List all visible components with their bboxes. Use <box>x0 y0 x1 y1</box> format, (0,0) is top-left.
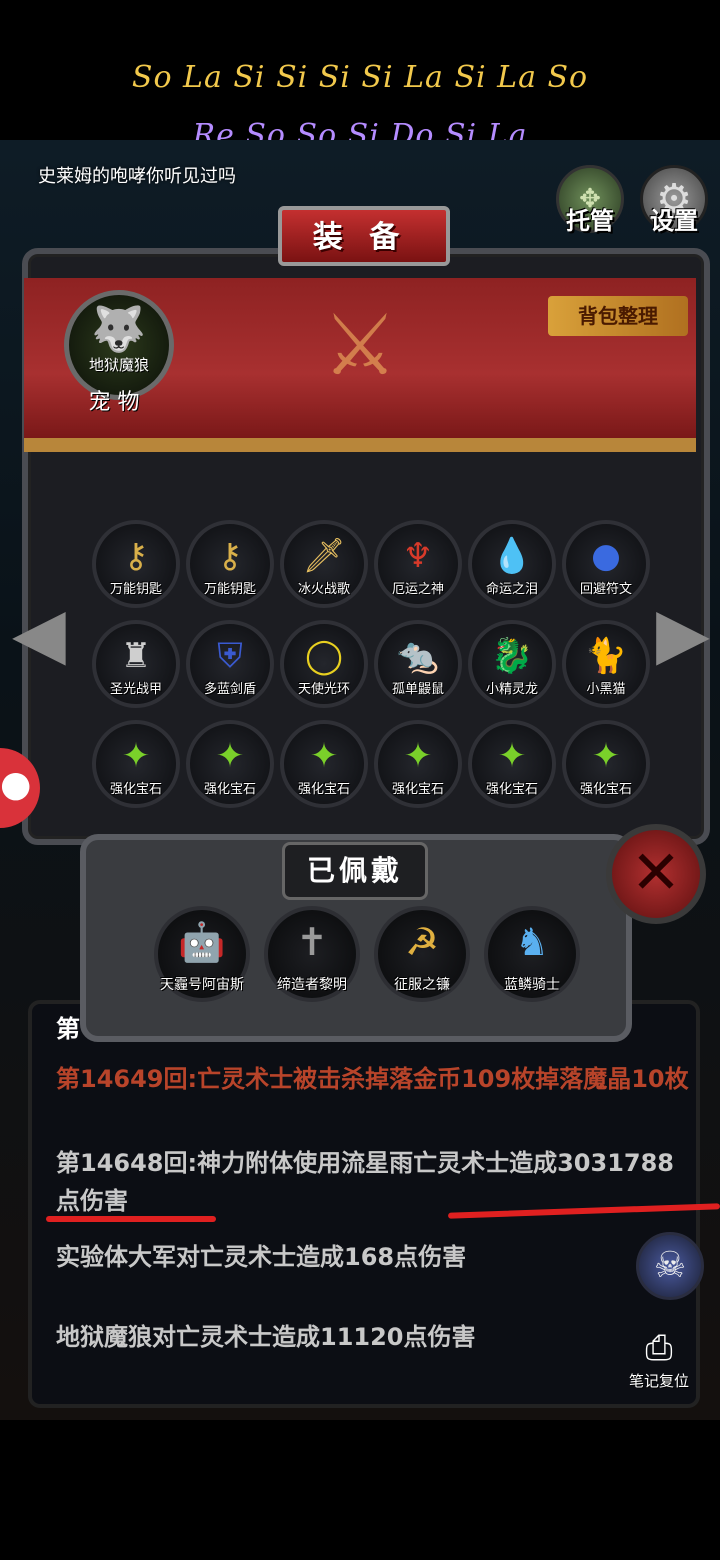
bag-item-name: 万能钥匙 <box>109 582 162 597</box>
bag-item-name: 多蓝剑盾 <box>203 682 256 697</box>
bag-item-name: 小精灵龙 <box>485 682 538 697</box>
bag-slot[interactable]: ⛨ 多蓝剑盾 <box>186 620 274 708</box>
bag-item-name: 圣光战甲 <box>109 682 162 697</box>
sort-bag-button[interactable]: 背包整理 <box>548 296 688 336</box>
dragon-icon: 🐉 <box>490 636 534 676</box>
scythe-icon: ☭ <box>404 920 440 964</box>
note-reset-button[interactable]: ⎙ 笔记复位 <box>624 1326 694 1396</box>
bag-item-name: 强化宝石 <box>297 782 350 797</box>
gem-icon: ✦ <box>591 736 621 776</box>
pet-name: 地狱魔狼 <box>88 356 149 374</box>
bag-slot[interactable]: ✦ 强化宝石 <box>186 720 274 808</box>
gem-icon: ✦ <box>309 736 339 776</box>
settings-button[interactable]: ⚙ 设置 <box>640 165 708 235</box>
demon-icon: ♆ <box>402 536 434 576</box>
bag-slot[interactable]: ● 回避符文 <box>562 520 650 608</box>
bag-slot[interactable]: ✦ 强化宝石 <box>280 720 368 808</box>
bag-item-name: 强化宝石 <box>485 782 538 797</box>
halo-icon: ◯ <box>304 636 344 676</box>
bag-slot[interactable]: ⚷ 万能钥匙 <box>92 520 180 608</box>
bag-item-name: 强化宝石 <box>203 782 256 797</box>
battle-log-line: 实验体大军对亡灵术士造成168点伤害 <box>56 1243 467 1271</box>
pet-label: 宠 物 <box>88 390 140 415</box>
bag-item-name: 回避符文 <box>579 582 632 597</box>
bag-item-name: 命运之泪 <box>485 582 538 597</box>
close-icon[interactable]: ✕ <box>606 824 706 924</box>
worn-item-name: 蓝鳞骑士 <box>504 977 560 993</box>
red-underline-mark <box>46 1216 216 1222</box>
worn-item-name: 征服之镰 <box>394 977 450 993</box>
tear-icon: 💧 <box>490 536 534 576</box>
cat-icon: 🐈 <box>584 636 628 676</box>
bag-item-name: 强化宝石 <box>391 782 444 797</box>
worn-slot[interactable]: ✝ 缔造者黎明 <box>264 906 360 1002</box>
shield-icon: ⛨ <box>217 636 243 676</box>
worn-slot[interactable]: ☭ 征服之镰 <box>374 906 470 1002</box>
bag-item-name: 万能钥匙 <box>203 582 256 597</box>
bag-slot[interactable]: 🐈 小黑猫 <box>562 620 650 708</box>
bag-item-name: 冰火战歌 <box>297 582 350 597</box>
skull-icon[interactable]: ☠ <box>636 1232 704 1300</box>
prev-page-arrow-icon[interactable]: ◀ <box>12 588 66 678</box>
armor-icon: ♜ <box>120 636 152 676</box>
bag-slot[interactable]: ♜ 圣光战甲 <box>92 620 180 708</box>
gem-icon: ✦ <box>121 736 151 776</box>
bottom-bar <box>0 1420 720 1560</box>
gem-icon: ✦ <box>403 736 433 776</box>
chat-message: 史莱姆的咆哮你听见过吗 <box>38 166 236 187</box>
worn-slot[interactable]: ♞ 蓝鳞骑士 <box>484 906 580 1002</box>
crossed-swords-emblem-icon: ⚔ <box>322 296 398 394</box>
bag-slot[interactable]: ♆ 厄运之神 <box>374 520 462 608</box>
bag-slot[interactable]: ◯ 天使光环 <box>280 620 368 708</box>
user-icon: ● <box>0 764 32 805</box>
equipment-title: 装 备 <box>312 220 408 255</box>
bag-slot[interactable]: 🐉 小精灵龙 <box>468 620 556 708</box>
battle-log-line: 第14649回:亡灵术士被击杀掉落金币109枚掉落魔晶10枚 <box>56 1065 689 1093</box>
battle-log-line: 地狱魔狼对亡灵术士造成11120点伤害 <box>56 1323 476 1351</box>
auto-play-button[interactable]: ✥ 托管 <box>556 165 624 235</box>
next-page-arrow-icon[interactable]: ▶ <box>656 588 710 678</box>
bag-slot[interactable]: ⚷ 万能钥匙 <box>186 520 274 608</box>
bag-slot[interactable]: ✦ 强化宝石 <box>562 720 650 808</box>
mech-icon: 🤖 <box>178 920 226 964</box>
rune-orb-icon: ● <box>591 536 621 576</box>
mole-icon: 🐀 <box>396 636 440 676</box>
note-reset-label: 笔记复位 <box>628 1372 689 1390</box>
key-icon: ⚷ <box>217 536 243 576</box>
bag-item-name: 孤单鼹鼠 <box>391 682 444 697</box>
auto-play-label: 托管 <box>566 207 614 235</box>
bag-item-name: 厄运之神 <box>391 582 444 597</box>
notation-line-1: So La Si Si Si Si La Si La So <box>131 60 589 95</box>
bag-slot[interactable]: ✦ 强化宝石 <box>468 720 556 808</box>
wolf-icon: 🐺 <box>91 304 146 355</box>
gem-icon: ✦ <box>215 736 245 776</box>
knight-icon: ♞ <box>514 920 550 964</box>
worn-slot[interactable]: 🤖 天霾号阿宙斯 <box>154 906 250 1002</box>
settings-label: 设置 <box>650 207 698 235</box>
gem-icon: ✦ <box>497 736 527 776</box>
sword-icon: 🗡 <box>302 536 346 576</box>
bag-item-name: 强化宝石 <box>579 782 632 797</box>
key-icon: ⚷ <box>123 536 149 576</box>
bag-slot[interactable]: 🗡 冰火战歌 <box>280 520 368 608</box>
bag-slot[interactable]: ✦ 强化宝石 <box>374 720 462 808</box>
printer-icon: ⎙ <box>645 1328 673 1368</box>
bag-item-name: 强化宝石 <box>109 782 162 797</box>
bag-item-name: 小黑猫 <box>586 682 626 697</box>
bag-slot[interactable]: 🐀 孤单鼹鼠 <box>374 620 462 708</box>
bag-slot[interactable]: 💧 命运之泪 <box>468 520 556 608</box>
worn-item-name: 天霾号阿宙斯 <box>160 977 244 993</box>
bag-item-name: 天使光环 <box>297 682 350 697</box>
equipment-title-plate: 装 备 <box>248 188 472 278</box>
worn-item-name: 缔造者黎明 <box>277 977 347 993</box>
greatsword-icon: ✝ <box>296 920 328 964</box>
worn-title: 已佩戴 <box>282 842 428 900</box>
bag-slot[interactable]: ✦ 强化宝石 <box>92 720 180 808</box>
